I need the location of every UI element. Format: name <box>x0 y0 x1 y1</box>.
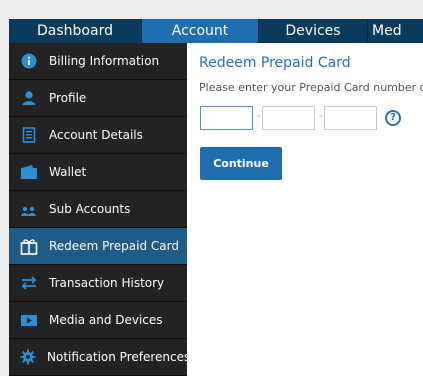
help-icon[interactable]: ? <box>385 110 401 126</box>
sidebar-item-label: Redeem Prepaid Card <box>49 239 179 253</box>
sidebar-item-transaction-history[interactable]: Transaction History <box>9 265 187 302</box>
sidebar-item-redeem-prepaid-card[interactable]: Redeem Prepaid Card <box>9 228 187 265</box>
user-icon <box>20 89 38 107</box>
tab-devices[interactable]: Devices <box>259 19 368 43</box>
sidebar-item-label: Profile <box>49 91 87 105</box>
field-separator: - <box>257 111 261 122</box>
continue-button[interactable]: Continue <box>200 147 282 180</box>
tab-media[interactable]: Med <box>368 19 423 43</box>
sidebar-item-sub-accounts[interactable]: Sub Accounts <box>9 191 187 228</box>
gear-icon <box>20 348 36 366</box>
tab-account[interactable]: Account <box>142 19 259 43</box>
instructions-text: Please enter your Prepaid Card number or… <box>199 81 423 94</box>
transfer-icon <box>20 274 38 292</box>
field-separator: - <box>319 111 323 122</box>
tab-dashboard[interactable]: Dashboard <box>9 19 142 43</box>
app-frame: Dashboard Account Devices Med Billing In… <box>9 19 423 376</box>
page-title: Redeem Prepaid Card <box>199 55 351 71</box>
sidebar-item-label: Sub Accounts <box>49 202 131 216</box>
sidebar-item-label: Billing Information <box>49 54 160 68</box>
card-code-field-2[interactable] <box>262 106 315 130</box>
sidebar-item-label: Wallet <box>49 165 87 179</box>
gift-icon <box>20 237 38 255</box>
sidebar-item-label: Notification Preferences <box>47 350 191 364</box>
sidebar-item-wallet[interactable]: Wallet <box>9 154 187 191</box>
info-icon <box>20 52 38 70</box>
main-content: Redeem Prepaid Card Please enter your Pr… <box>187 43 423 376</box>
sidebar: Billing Information Profile Account Deta… <box>9 43 191 376</box>
wallet-icon <box>20 163 38 181</box>
sidebar-item-billing-information[interactable]: Billing Information <box>9 43 187 80</box>
media-icon <box>20 311 38 329</box>
sidebar-item-label: Transaction History <box>49 276 165 290</box>
document-icon <box>20 126 38 144</box>
sidebar-item-label: Account Details <box>49 128 143 142</box>
card-code-field-3[interactable] <box>324 106 377 130</box>
sidebar-item-notification-preferences[interactable]: Notification Preferences <box>9 339 191 376</box>
sidebar-item-account-details[interactable]: Account Details <box>9 117 187 154</box>
sidebar-item-label: Media and Devices <box>49 313 163 327</box>
users-icon <box>20 200 38 218</box>
sidebar-item-profile[interactable]: Profile <box>9 80 187 117</box>
sidebar-item-media-and-devices[interactable]: Media and Devices <box>9 302 187 339</box>
top-nav: Dashboard Account Devices Med <box>9 19 423 43</box>
card-code-field-1[interactable] <box>200 106 253 130</box>
